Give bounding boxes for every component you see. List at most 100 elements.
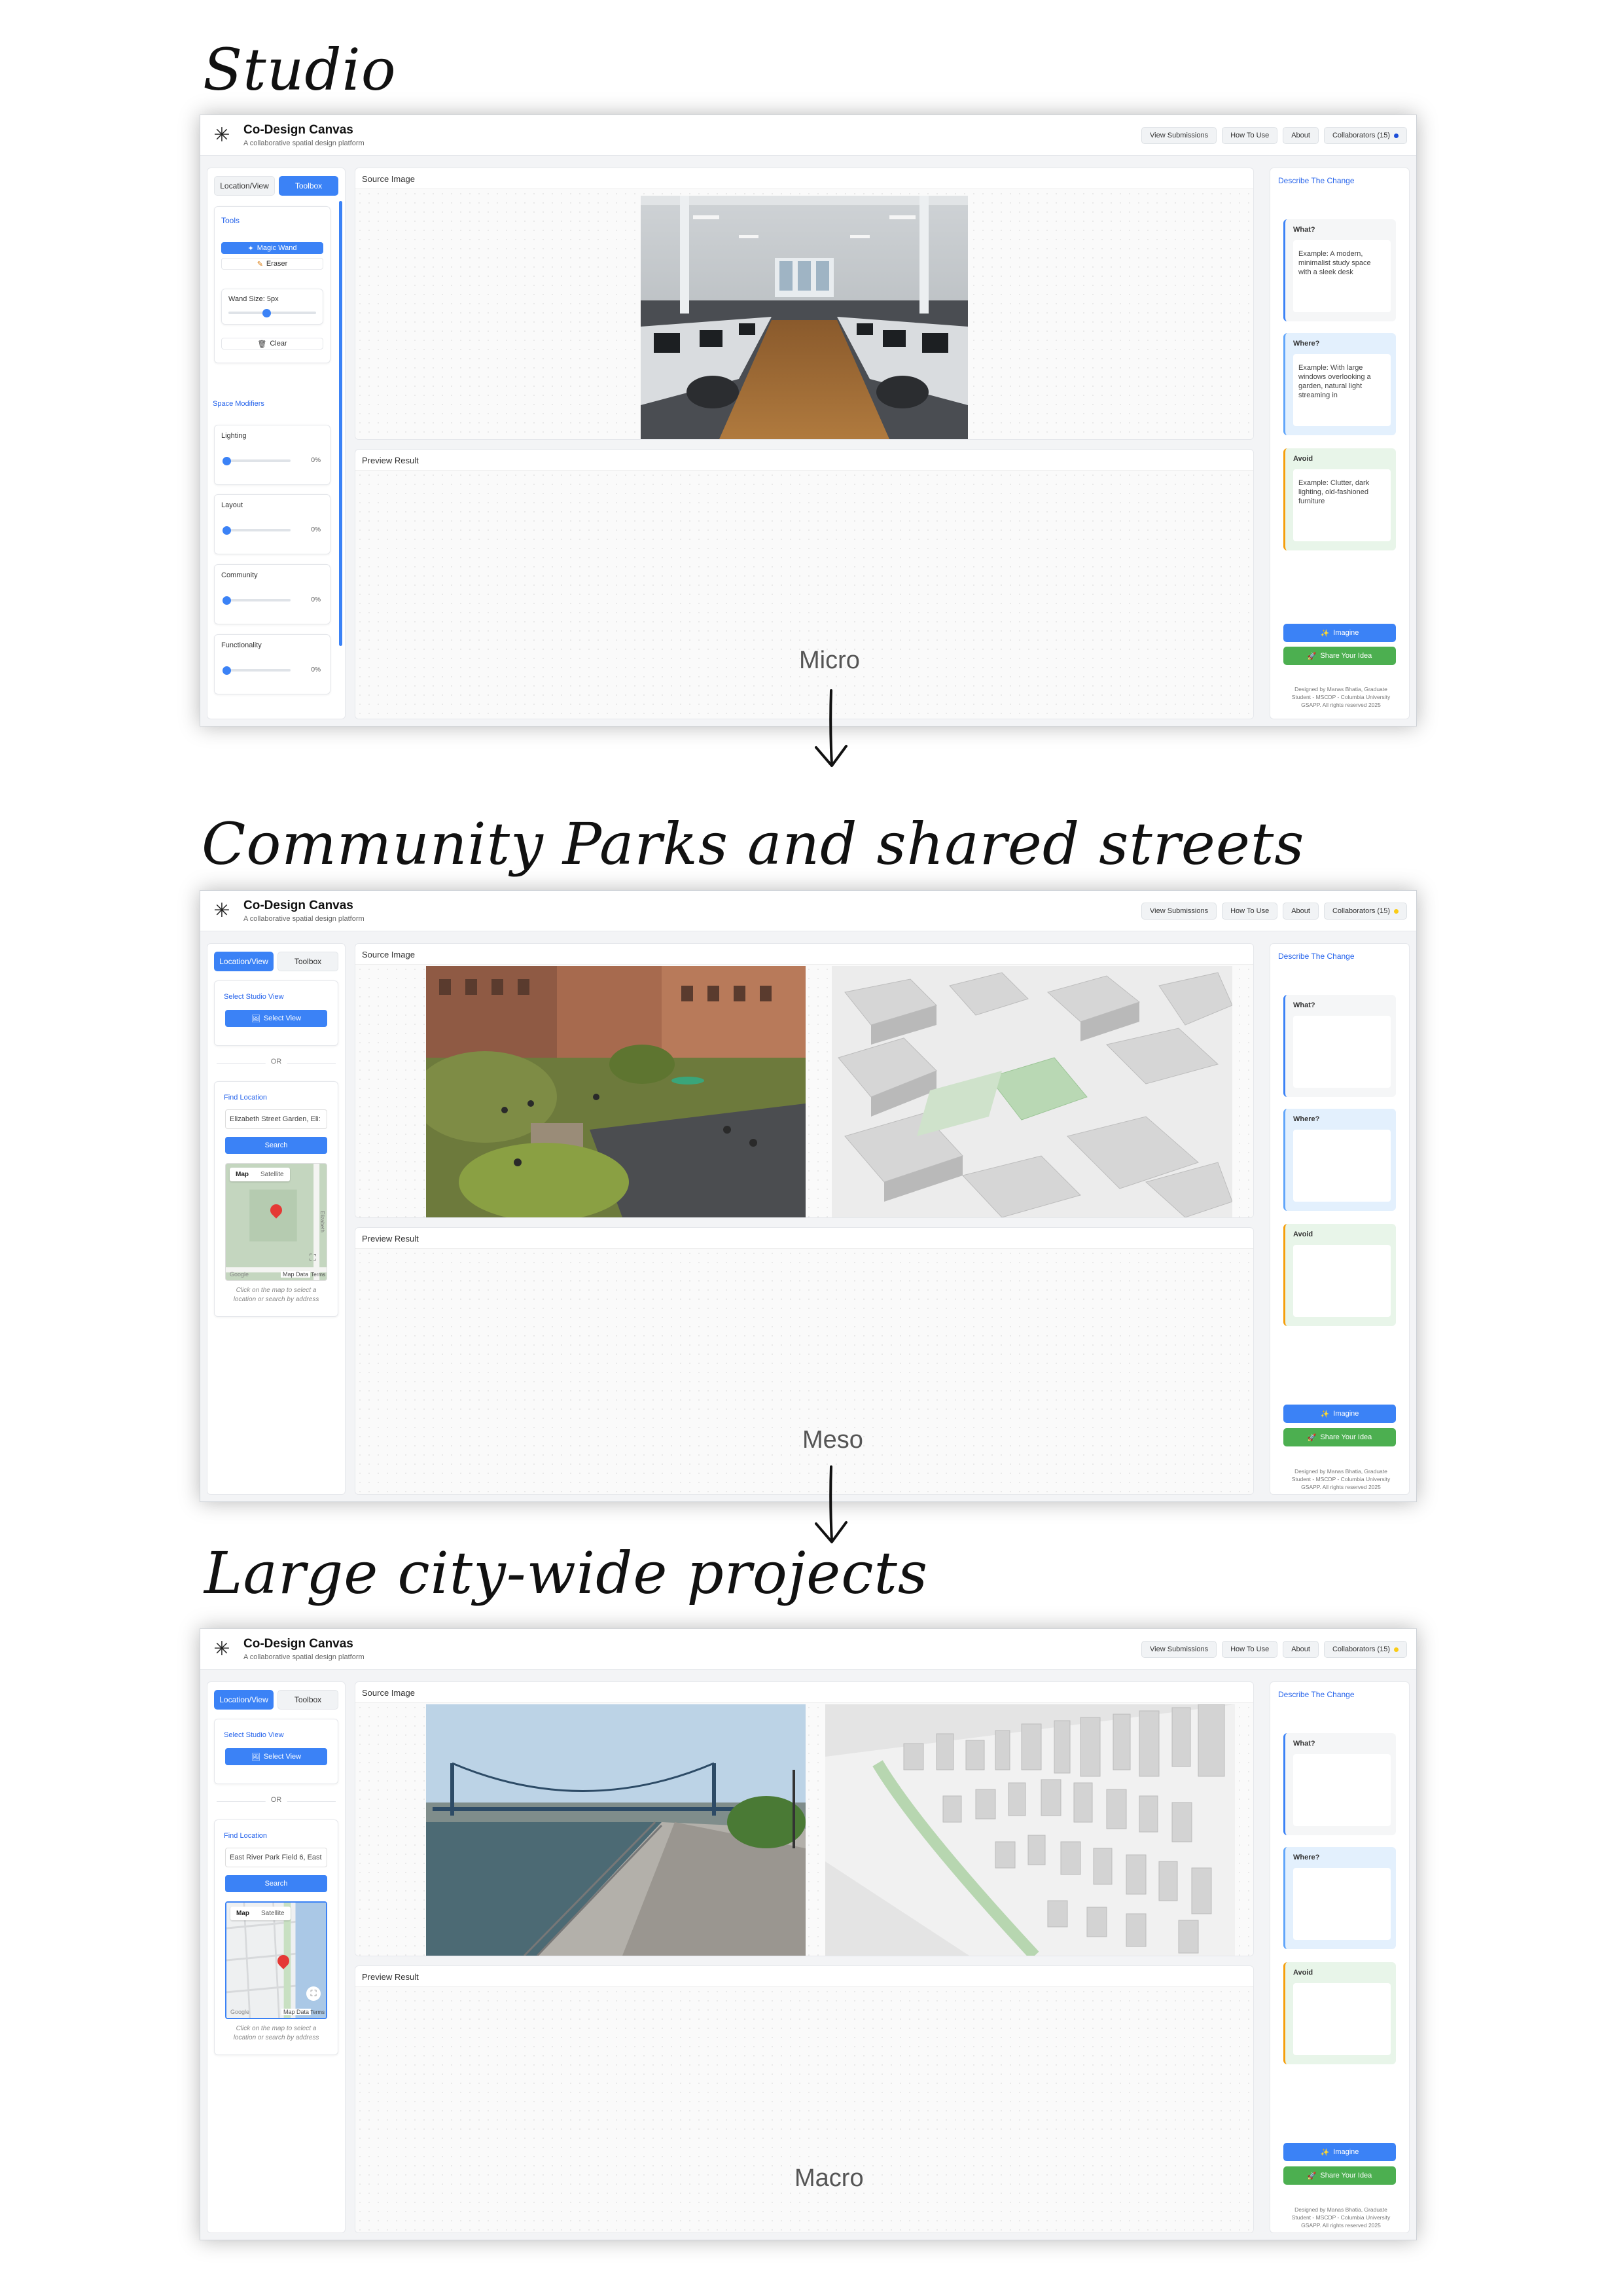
fullscreen-icon[interactable]: ⛶	[306, 1986, 321, 2001]
source-canvas[interactable]	[355, 965, 1253, 1217]
app-title: Co-Design Canvas	[243, 1637, 353, 1651]
status-dot-icon	[1394, 908, 1399, 914]
tab-location-view[interactable]: Location/View	[214, 952, 274, 971]
wand-size-slider[interactable]	[262, 309, 271, 317]
fullscreen-icon[interactable]: ⛶	[310, 1251, 321, 1263]
view-submissions-button[interactable]: View Submissions	[1141, 1641, 1217, 1658]
clear-button[interactable]: 🗑 Clear	[221, 338, 323, 350]
page: Studio Community Parks and shared street…	[0, 0, 1623, 2296]
where-input[interactable]	[1293, 1130, 1391, 1202]
what-input[interactable]	[1293, 1016, 1391, 1088]
about-button[interactable]: About	[1283, 1641, 1319, 1658]
scrollbar[interactable]	[339, 201, 342, 646]
map-tab[interactable]: Map	[230, 1907, 255, 1920]
wand-size-track	[228, 312, 316, 314]
where-input[interactable]	[1293, 1868, 1391, 1940]
about-button[interactable]: About	[1283, 903, 1319, 920]
view-submissions-button[interactable]: View Submissions	[1141, 903, 1217, 920]
tab-toolbox[interactable]: Toolbox	[279, 176, 338, 196]
source-image-panel: Source Image	[355, 168, 1254, 440]
share-icon: 🚀	[1307, 652, 1317, 660]
search-button[interactable]: Search	[225, 1875, 327, 1892]
where-label: Where?	[1293, 1115, 1320, 1123]
what-label: What?	[1293, 226, 1315, 234]
map-tab[interactable]: Map	[230, 1168, 255, 1181]
collaborators-button[interactable]: Collaborators (15)	[1323, 1641, 1407, 1658]
lighting-slider[interactable]	[223, 457, 231, 465]
studio-view-card: Select Studio View 🖼 Select View	[214, 980, 338, 1046]
community-slider[interactable]	[223, 596, 231, 605]
location-search-input[interactable]: Elizabeth Street Garden, Eli:	[225, 1109, 327, 1129]
terms-link[interactable]: Terms	[310, 2009, 325, 2015]
source-image-title: Source Image	[355, 1682, 1253, 1703]
imagine-button[interactable]: ✨ Imagine	[1283, 624, 1396, 642]
how-to-use-button[interactable]: How To Use	[1222, 1641, 1278, 1658]
collaborators-button[interactable]: Collaborators (15)	[1323, 127, 1407, 144]
modifier-layout: Layout 0%	[214, 494, 330, 554]
eraser-label: Eraser	[266, 260, 288, 268]
modifier-label: Layout	[221, 501, 243, 509]
map-widget[interactable]: Map Satellite Elizabeth ⛶ Google Map Dat…	[225, 1163, 327, 1281]
magic-wand-button[interactable]: ✦ Magic Wand	[221, 242, 323, 254]
select-view-label: Select View	[263, 1753, 302, 1761]
imagine-label: Imagine	[1333, 1410, 1359, 1418]
view-submissions-button[interactable]: View Submissions	[1141, 127, 1217, 144]
magic-wand-label: Magic Wand	[257, 244, 297, 252]
select-view-button[interactable]: 🖼 Select View	[225, 1010, 327, 1027]
avoid-input[interactable]	[1293, 1245, 1391, 1317]
image-icon: 🖼	[251, 1014, 260, 1023]
app-subtitle: A collaborative spatial design platform	[243, 915, 365, 923]
what-input[interactable]: Example: A modern, minimalist study spac…	[1293, 240, 1391, 312]
map-widget[interactable]: Map Satellite ⛶ Google Map Data Terms	[225, 1901, 327, 2019]
where-input[interactable]: Example: With large windows overlooking …	[1293, 354, 1391, 426]
layout-slider[interactable]	[223, 526, 231, 535]
status-dot-icon	[1394, 1647, 1399, 1652]
search-button[interactable]: Search	[225, 1137, 327, 1154]
share-idea-button[interactable]: 🚀 Share Your Idea	[1283, 2166, 1396, 2185]
how-to-use-button[interactable]: How To Use	[1222, 127, 1278, 144]
road-label: Elizabeth	[319, 1211, 325, 1232]
tab-switcher: Location/View Toolbox	[214, 176, 338, 196]
share-icon: 🚀	[1307, 1433, 1317, 1442]
avoid-input[interactable]: Example: Clutter, dark lighting, old-fas…	[1293, 469, 1391, 541]
map-data-label[interactable]: Map Data	[281, 1271, 311, 1278]
share-idea-button[interactable]: 🚀 Share Your Idea	[1283, 647, 1396, 665]
tab-toolbox[interactable]: Toolbox	[277, 1690, 338, 1710]
avoid-input[interactable]	[1293, 1983, 1391, 2055]
location-search-input[interactable]: East River Park Field 6, East	[225, 1848, 327, 1867]
view-submissions-label: View Submissions	[1150, 132, 1209, 139]
left-panel: Location/View Toolbox Tools ✦ Magic Wand …	[207, 168, 346, 719]
share-idea-button[interactable]: 🚀 Share Your Idea	[1283, 1428, 1396, 1446]
source-canvas[interactable]	[355, 189, 1253, 439]
heading-large: Large city-wide projects	[204, 1539, 928, 1607]
tools-heading: Tools	[221, 216, 240, 225]
tab-location-view[interactable]: Location/View	[214, 176, 275, 196]
map-data-label[interactable]: Map Data	[281, 2009, 312, 2015]
what-input[interactable]	[1293, 1754, 1391, 1826]
how-to-use-button[interactable]: How To Use	[1222, 903, 1278, 920]
share-label: Share Your Idea	[1320, 652, 1372, 660]
eraser-button[interactable]: ✎ Eraser	[221, 258, 323, 270]
studio-photo	[641, 196, 968, 439]
select-view-button[interactable]: 🖼 Select View	[225, 1748, 327, 1765]
left-panel: Location/View Toolbox Select Studio View…	[207, 1681, 346, 2233]
modifier-community: Community 0%	[214, 564, 330, 624]
wand-size-card: Wand Size: 5px	[221, 289, 323, 325]
satellite-tab[interactable]: Satellite	[255, 1168, 290, 1181]
about-label: About	[1291, 907, 1310, 915]
imagine-button[interactable]: ✨ Imagine	[1283, 1405, 1396, 1423]
terms-link[interactable]: Terms	[311, 1272, 325, 1278]
satellite-tab[interactable]: Satellite	[255, 1907, 291, 1920]
source-canvas[interactable]	[355, 1703, 1253, 1956]
tab-toolbox[interactable]: Toolbox	[277, 952, 338, 971]
garden-photo	[426, 966, 806, 1217]
tab-location-view[interactable]: Location/View	[214, 1690, 274, 1710]
imagine-button[interactable]: ✨ Imagine	[1283, 2143, 1396, 2161]
describe-change-heading: Describe The Change	[1278, 952, 1355, 961]
trash-icon: 🗑	[257, 340, 267, 348]
functionality-slider[interactable]	[223, 666, 231, 675]
avoid-label: Avoid	[1293, 1969, 1313, 1977]
about-button[interactable]: About	[1283, 127, 1319, 144]
about-label: About	[1291, 132, 1310, 139]
collaborators-button[interactable]: Collaborators (15)	[1323, 903, 1407, 920]
